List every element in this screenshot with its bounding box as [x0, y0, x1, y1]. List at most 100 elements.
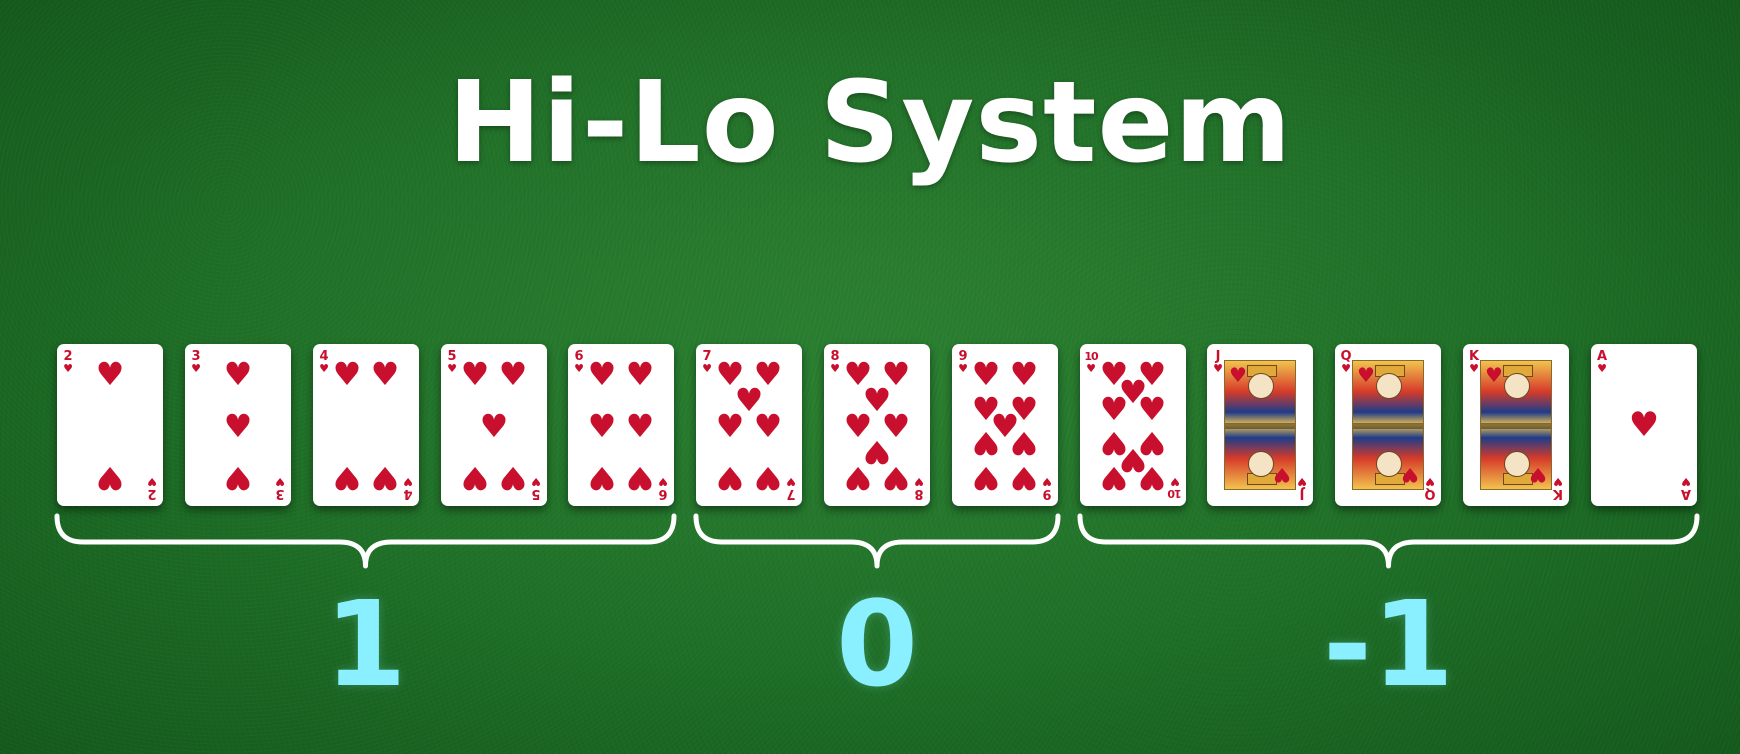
- card-index-bottom: Q ♥: [1422, 475, 1438, 501]
- card-index-bottom: J ♥: [1294, 475, 1310, 501]
- heart-icon: ♥: [1009, 355, 1039, 393]
- heart-icon: ♥: [370, 459, 400, 497]
- playing-card-4: 4 ♥ 4 ♥ ♥ ♥ ♥ ♥: [313, 344, 419, 506]
- heart-icon: ♥: [1137, 390, 1167, 428]
- card-rank: 4: [403, 486, 413, 501]
- heart-icon: ♥: [1628, 405, 1660, 445]
- heart-icon: ♥: [1681, 475, 1691, 488]
- card-index-bottom: 6 ♥: [655, 475, 671, 501]
- heart-icon: ♥: [275, 475, 285, 488]
- card-index-top: 7 ♥: [699, 350, 715, 374]
- playing-card-5: 5 ♥ 5 ♥ ♥ ♥ ♥ ♥ ♥: [441, 344, 547, 506]
- heart-icon: ♥: [1099, 459, 1129, 497]
- playing-card-10: 10 ♥ 10 ♥ ♥ ♥ ♥ ♥ ♥ ♥ ♥ ♥ ♥ ♥: [1080, 344, 1186, 506]
- heart-icon: ♥: [460, 459, 490, 497]
- heart-icon: ♥: [786, 475, 796, 488]
- playing-card-q: Q ♥ Q ♥ ♥ ♥: [1335, 344, 1441, 506]
- group-brace-1: [693, 513, 1061, 569]
- playing-card-j: J ♥ J ♥ ♥ ♥: [1207, 344, 1313, 506]
- heart-icon: ♥: [498, 355, 528, 393]
- heart-icon: ♥: [587, 459, 617, 497]
- face-portrait: [1376, 451, 1402, 477]
- heart-icon: ♥: [971, 424, 1001, 462]
- face-card-artwork: ♥ ♥: [1352, 360, 1424, 490]
- heart-icon: ♥: [1553, 475, 1563, 488]
- heart-icon: ♥: [479, 407, 509, 445]
- heart-icon: ♥: [95, 355, 125, 393]
- heart-icon: ♥: [658, 475, 668, 488]
- heart-icon: ♥: [460, 355, 490, 393]
- card-index-bottom: 7 ♥: [783, 475, 799, 501]
- group-value-0: 1: [324, 575, 407, 713]
- heart-icon: ♥: [403, 475, 413, 488]
- heart-icon: ♥: [1137, 459, 1167, 497]
- heart-icon: ♥: [914, 475, 924, 488]
- heart-icon: ♥: [1529, 463, 1547, 487]
- playing-card-7: 7 ♥ 7 ♥ ♥ ♥ ♥ ♥ ♥ ♥ ♥: [696, 344, 802, 506]
- card-index-top: 5 ♥: [444, 350, 460, 374]
- playing-card-3: 3 ♥ 3 ♥ ♥ ♥ ♥: [185, 344, 291, 506]
- heart-icon: ♥: [1597, 362, 1607, 375]
- face-portrait: [1376, 373, 1402, 399]
- playing-card-9: 9 ♥ 9 ♥ ♥ ♥ ♥ ♥ ♥ ♥ ♥ ♥ ♥: [952, 344, 1058, 506]
- playing-card-8: 8 ♥ 8 ♥ ♥ ♥ ♥ ♥ ♥ ♥ ♥ ♥: [824, 344, 930, 506]
- group-value-1: 0: [835, 575, 919, 713]
- heart-icon: ♥: [625, 407, 655, 445]
- heart-icon: ♥: [574, 362, 584, 375]
- face-portrait: [1504, 451, 1530, 477]
- heart-icon: ♥: [191, 362, 201, 375]
- card-index-top: 6 ♥: [571, 350, 587, 374]
- card-index-top: 8 ♥: [827, 350, 843, 374]
- card-index-bottom: 3 ♥: [272, 475, 288, 501]
- brace-curve: [54, 513, 677, 569]
- playing-card-6: 6 ♥ 6 ♥ ♥ ♥ ♥ ♥ ♥ ♥: [568, 344, 674, 506]
- heart-icon: ♥: [625, 355, 655, 393]
- card-index-top: A ♥: [1594, 350, 1610, 374]
- heart-icon: ♥: [702, 362, 712, 375]
- heart-icon: ♥: [1273, 463, 1291, 487]
- heart-icon: ♥: [319, 362, 329, 375]
- card-index-bottom: K ♥: [1550, 475, 1566, 501]
- card-index-top: 3 ♥: [188, 350, 204, 374]
- card-index-bottom: 5 ♥: [528, 475, 544, 501]
- heart-icon: ♥: [587, 407, 617, 445]
- card-index-top: 4 ♥: [316, 350, 332, 374]
- card-index-bottom: 8 ♥: [911, 475, 927, 501]
- heart-icon: ♥: [447, 362, 457, 375]
- face-divider: [1481, 423, 1551, 429]
- heart-icon: ♥: [1425, 475, 1435, 488]
- card-index-bottom: 2 ♥: [144, 475, 160, 501]
- card-rank: 9: [1042, 486, 1052, 501]
- group-brace-2: [1077, 513, 1700, 569]
- playing-card-a: A ♥ A ♥ ♥: [1591, 344, 1697, 506]
- heart-icon: ♥: [958, 362, 968, 375]
- card-rank: 8: [914, 486, 924, 501]
- heart-icon: ♥: [753, 407, 783, 445]
- group-value-2: -1: [1322, 575, 1455, 713]
- heart-icon: ♥: [971, 459, 1001, 497]
- card-rank: 2: [147, 486, 157, 501]
- face-divider: [1225, 423, 1295, 429]
- heart-icon: ♥: [1401, 463, 1419, 487]
- heart-icon: ♥: [587, 355, 617, 393]
- card-index-bottom: 4 ♥: [400, 475, 416, 501]
- heart-icon: ♥: [223, 355, 253, 393]
- face-divider: [1353, 423, 1423, 429]
- heart-icon: ♥: [332, 355, 362, 393]
- brace-curve: [693, 513, 1061, 569]
- card-index-bottom: A ♥: [1678, 475, 1694, 501]
- heart-icon: ♥: [1009, 424, 1039, 462]
- face-portrait: [1248, 373, 1274, 399]
- heart-icon: ♥: [715, 459, 745, 497]
- playing-card-k: K ♥ K ♥ ♥ ♥: [1463, 344, 1569, 506]
- heart-icon: ♥: [95, 459, 125, 497]
- heart-icon: ♥: [1357, 363, 1375, 387]
- heart-icon: ♥: [843, 459, 873, 497]
- heart-icon: ♥: [223, 459, 253, 497]
- heart-icon: ♥: [625, 459, 655, 497]
- heart-icon: ♥: [63, 362, 73, 375]
- page-title: Hi-Lo System: [447, 58, 1293, 188]
- card-index-top: 9 ♥: [955, 350, 971, 374]
- card-index-bottom: 10 ♥: [1167, 475, 1183, 500]
- heart-icon: ♥: [370, 355, 400, 393]
